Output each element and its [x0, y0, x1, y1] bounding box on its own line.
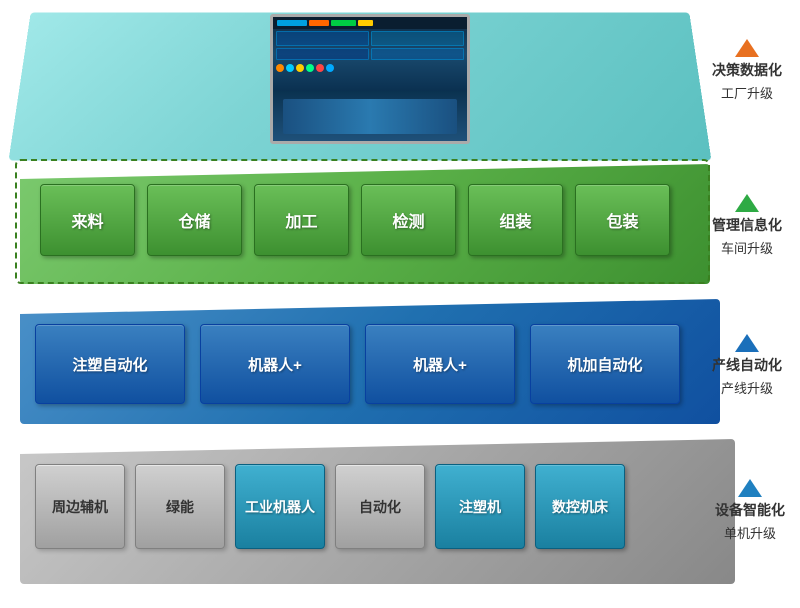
blue-card-0: 注塑自动化 [35, 324, 185, 404]
bar1 [277, 20, 307, 26]
label-gray-sub: 单机升级 [724, 523, 776, 542]
label-gray: 设备智能化 单机升级 [715, 479, 785, 542]
gray-card-0: 周边辅机 [35, 464, 125, 549]
layer-top [20, 9, 720, 174]
layer-blue: 注塑自动化 机器人+ 机器人+ 机加自动化 [20, 299, 750, 434]
screen-block-2 [371, 31, 464, 46]
cyan-card-0: 工业机器人 [235, 464, 325, 549]
green-card-5: 包装 [575, 184, 670, 256]
label-blue-main: 产线自动化 [712, 355, 782, 375]
label-top-sub: 工厂升级 [721, 83, 773, 102]
blue-card-2: 机器人+ [365, 324, 515, 404]
label-blue: 产线自动化 产线升级 [712, 334, 782, 397]
bar2 [309, 20, 329, 26]
arrow-blue [735, 334, 759, 352]
screen-content [273, 29, 467, 62]
screen-display [270, 14, 470, 144]
screen-block-1 [276, 31, 369, 46]
green-card-3: 检测 [361, 184, 456, 256]
screen-block-3 [276, 48, 369, 60]
bar3 [331, 20, 356, 26]
label-green: 管理信息化 车间升级 [712, 194, 782, 257]
main-container: 决策数据化 工厂升级 来料 仓储 加工 检测 组装 包装 管理信息化 车间升级 [0, 0, 800, 608]
layer-gray: 周边辅机 绿能 工业机器人 自动化 注塑机 数控机床 [20, 439, 760, 594]
diagram: 决策数据化 工厂升级 来料 仓储 加工 检测 组装 包装 管理信息化 车间升级 [10, 9, 790, 599]
label-green-main: 管理信息化 [712, 215, 782, 235]
blue-card-1: 机器人+ [200, 324, 350, 404]
label-top-main: 决策数据化 [712, 60, 782, 80]
cyan-card-2: 数控机床 [535, 464, 625, 549]
bar4 [358, 20, 373, 26]
screen-dots [273, 62, 467, 74]
layer-green: 来料 仓储 加工 检测 组装 包装 [20, 164, 740, 294]
screen-bottom [273, 91, 467, 141]
green-card-4: 组装 [468, 184, 563, 256]
arrow-gray [738, 479, 762, 497]
blue-cards-container: 注塑自动化 机器人+ 机器人+ 机加自动化 [35, 314, 680, 404]
screen-header [273, 17, 467, 29]
blue-card-3: 机加自动化 [530, 324, 680, 404]
green-card-2: 加工 [254, 184, 349, 256]
label-gray-main: 设备智能化 [715, 500, 785, 520]
green-cards-container: 来料 仓储 加工 检测 组装 包装 [20, 164, 710, 274]
arrow-top [735, 39, 759, 57]
label-green-sub: 车间升级 [721, 238, 773, 257]
gray-card-2: 自动化 [335, 464, 425, 549]
arrow-green [735, 194, 759, 212]
cyan-card-1: 注塑机 [435, 464, 525, 549]
gray-cards-container: 周边辅机 绿能 工业机器人 自动化 注塑机 数控机床 [35, 459, 625, 549]
gray-card-1: 绿能 [135, 464, 225, 549]
label-top: 决策数据化 工厂升级 [712, 39, 782, 102]
screen-block-4 [371, 48, 464, 60]
green-card-1: 仓储 [147, 184, 242, 256]
screen-floor [283, 99, 458, 134]
label-blue-sub: 产线升级 [721, 378, 773, 397]
green-card-0: 来料 [40, 184, 135, 256]
screen-inner [273, 17, 467, 141]
